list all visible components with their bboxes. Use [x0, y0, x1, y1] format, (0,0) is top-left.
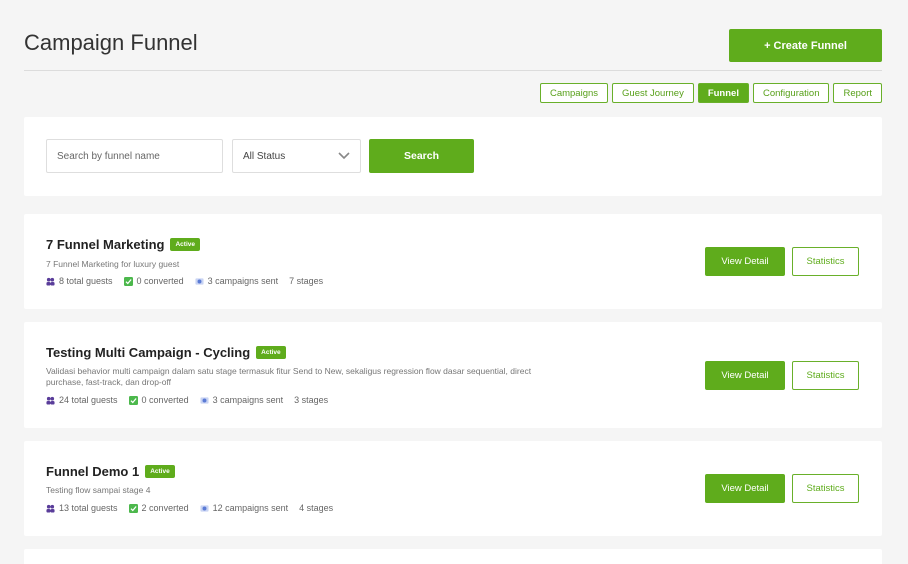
statistics-button[interactable]: Statistics: [792, 474, 859, 503]
funnel-name: Funnel Demo 1: [46, 464, 140, 479]
campaigns-sent-label: 3 campaigns sent: [212, 395, 284, 405]
checkbox-checked-icon: [123, 276, 133, 286]
funnel-title-row: Funnel Demo 1 Active: [46, 464, 175, 479]
status-badge: Active: [170, 238, 200, 251]
funnel-description: Testing flow sampai stage 4: [46, 485, 151, 495]
total-guests-label: 8 total guests: [59, 276, 113, 286]
search-input[interactable]: [46, 139, 223, 173]
converted-label: 0 converted: [141, 395, 189, 405]
tab-report[interactable]: Report: [833, 83, 882, 103]
funnel-stats: 24 total guests 0 converted 3 campaigns …: [46, 395, 339, 405]
total-guests-stat: 8 total guests: [46, 276, 113, 286]
funnel-name: 7 Funnel Marketing: [46, 237, 165, 252]
nav-tabs: Campaigns Guest Journey Funnel Configura…: [539, 83, 882, 103]
tab-funnel[interactable]: Funnel: [697, 83, 749, 103]
campaign-icon: [200, 396, 209, 404]
campaigns-sent-stat: 12 campaigns sent: [200, 503, 289, 513]
funnel-name: Testing Multi Campaign - Cycling: [46, 345, 251, 360]
tab-campaigns[interactable]: Campaigns: [539, 83, 609, 103]
stages-label: 4 stages: [299, 503, 334, 513]
campaigns-sent-stat: 3 campaigns sent: [200, 395, 284, 405]
checkbox-checked-icon: [128, 395, 138, 405]
view-detail-button[interactable]: View Detail: [705, 247, 785, 276]
converted-stat: 2 converted: [128, 503, 189, 513]
funnel-title-row: Testing Multi Campaign - Cycling Active: [46, 345, 286, 360]
funnel-description: 7 Funnel Marketing for luxury guest: [46, 259, 180, 269]
funnel-title-row: 7 Funnel Marketing Active: [46, 237, 200, 252]
tab-guest-journey[interactable]: Guest Journey: [612, 83, 694, 103]
total-guests-stat: 24 total guests: [46, 395, 118, 405]
users-icon: [46, 504, 55, 513]
status-badge: Active: [256, 346, 286, 359]
funnel-card: Testing Multi Campaign - Cycling Active …: [24, 322, 882, 428]
view-detail-button[interactable]: View Detail: [705, 361, 785, 390]
tab-configuration[interactable]: Configuration: [752, 83, 830, 103]
funnel-card: [24, 549, 882, 564]
search-panel: All Status Search: [24, 117, 882, 196]
users-icon: [46, 277, 55, 286]
campaign-icon: [200, 504, 209, 512]
converted-stat: 0 converted: [128, 395, 189, 405]
campaigns-sent-stat: 3 campaigns sent: [195, 276, 279, 286]
statistics-button[interactable]: Statistics: [792, 361, 859, 390]
header-divider: [24, 70, 882, 71]
converted-stat: 0 converted: [123, 276, 184, 286]
stages-label: 3 stages: [294, 395, 329, 405]
stages-label: 7 stages: [289, 276, 324, 286]
total-guests-stat: 13 total guests: [46, 503, 118, 513]
checkbox-checked-icon: [128, 503, 138, 513]
campaign-icon: [195, 277, 204, 285]
search-button[interactable]: Search: [369, 139, 474, 173]
chevron-down-icon: [338, 152, 350, 160]
total-guests-label: 13 total guests: [59, 503, 118, 513]
view-detail-button[interactable]: View Detail: [705, 474, 785, 503]
funnel-stats: 8 total guests 0 converted 3 campaigns s…: [46, 276, 334, 286]
converted-label: 2 converted: [141, 503, 189, 513]
status-badge: Active: [145, 465, 175, 478]
status-select[interactable]: All Status: [232, 139, 361, 173]
create-funnel-button[interactable]: + Create Funnel: [729, 29, 882, 62]
funnel-stats: 13 total guests 2 converted 12 campaigns…: [46, 503, 344, 513]
funnel-card: Funnel Demo 1 Active Testing flow sampai…: [24, 441, 882, 536]
page-title: Campaign Funnel: [24, 30, 198, 55]
funnel-card: 7 Funnel Marketing Active 7 Funnel Marke…: [24, 214, 882, 309]
statistics-button[interactable]: Statistics: [792, 247, 859, 276]
status-select-value: All Status: [243, 150, 286, 162]
total-guests-label: 24 total guests: [59, 395, 118, 405]
funnel-description: Validasi behavior multi campaign dalam s…: [46, 366, 532, 387]
converted-label: 0 converted: [136, 276, 184, 286]
campaigns-sent-label: 12 campaigns sent: [212, 503, 289, 513]
users-icon: [46, 396, 55, 405]
campaigns-sent-label: 3 campaigns sent: [207, 276, 279, 286]
